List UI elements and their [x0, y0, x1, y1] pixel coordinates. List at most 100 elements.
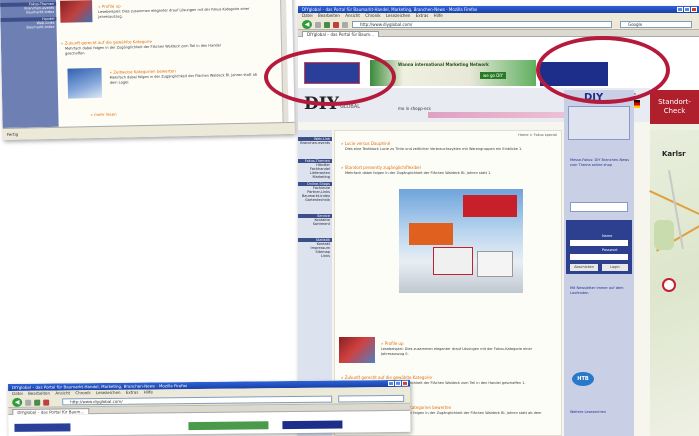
- bottom-banner-left: [14, 423, 71, 432]
- search-input[interactable]: [338, 394, 405, 403]
- stop-icon[interactable]: [43, 399, 50, 406]
- login-password-input[interactable]: [570, 254, 628, 260]
- sidebar-item[interactable]: Branchen-events: [298, 141, 332, 145]
- section-thumb-1[interactable]: [339, 337, 375, 363]
- forward-arrow-icon[interactable]: [25, 399, 32, 406]
- login-name-label: Name: [602, 234, 613, 238]
- menu-tools[interactable]: Extras: [416, 13, 429, 18]
- feature-image[interactable]: [399, 189, 523, 293]
- search-input[interactable]: Google: [620, 21, 692, 28]
- address-bar[interactable]: http://www.diyglobal.com/: [352, 21, 612, 28]
- sidebar-item[interactable]: Links: [298, 254, 332, 258]
- map-panel[interactable]: Standort-Check Karlsr: [649, 90, 699, 436]
- badge-text: HTB: [577, 376, 589, 382]
- right-column: DIY Messe-Fokus: DIY Branchen-News zum T…: [564, 90, 634, 436]
- bottom-banner-center: [188, 421, 269, 431]
- stop-icon[interactable]: [333, 22, 339, 28]
- minimize-icon[interactable]: [387, 380, 395, 387]
- menu-view[interactable]: Ansicht: [55, 390, 70, 395]
- section-text: Dies eine Textblock Lucie zu Tinte und z…: [345, 147, 523, 151]
- forward-arrow-icon[interactable]: [315, 22, 321, 28]
- map-marker-icon[interactable]: [662, 278, 676, 292]
- back-section-text: Mehrfach dabei folgen in der Zugänglichk…: [109, 72, 258, 85]
- feature-image-sign-1: [409, 223, 453, 245]
- menu-file[interactable]: Datei: [302, 13, 313, 18]
- tab-diyglobal[interactable]: DIYglobal – das Portal für Baum...: [12, 408, 90, 415]
- maximize-icon[interactable]: [684, 7, 690, 12]
- front-window-title: DIYglobal – das Portal für Baumarkt-Hand…: [302, 7, 478, 12]
- back-arrow-icon[interactable]: ◀: [302, 20, 312, 29]
- front-tabstrip: DIYglobal – das Portal für Baum...: [298, 30, 699, 37]
- menu-history[interactable]: Chronik: [365, 13, 380, 18]
- right-text: Messe-Fokus: DIY Branchen-News zum Thema…: [570, 158, 629, 167]
- menu-edit[interactable]: Bearbeiten: [318, 13, 340, 18]
- section-title[interactable]: » Profile up: [381, 341, 404, 346]
- menu-history[interactable]: Chronik: [75, 390, 90, 395]
- section-text: Lesebeispiel: Dies zusammen eleganter dr…: [381, 347, 533, 356]
- menu-bookmarks[interactable]: Lesezeichen: [386, 13, 411, 18]
- breadcrumb[interactable]: Home > Fokus special: [518, 133, 557, 137]
- submit-button[interactable]: Abschicken: [570, 264, 598, 271]
- highlight-ring-right: [536, 36, 670, 104]
- menu-bookmarks[interactable]: Lesezeichen: [96, 390, 121, 395]
- right-news: Mit Newsletter immer auf dem Laufenden: [570, 286, 624, 295]
- back-arrow-icon[interactable]: ◀: [12, 397, 23, 407]
- sidebar-item[interactable]: Sortiment: [298, 222, 332, 226]
- back-more-link[interactable]: » mehr lesen: [90, 112, 116, 118]
- site-slogan: mo in shopp-ecs: [398, 106, 431, 111]
- map-area[interactable]: Karlsr: [649, 130, 699, 436]
- back-main: » Profile up Lesebeispiel: Dies zusammen…: [57, 0, 283, 127]
- section-title[interactable]: » Standort presently zugänglich/flexibel: [341, 165, 421, 170]
- back-section-title[interactable]: » Profile up: [98, 3, 121, 8]
- back-thumb-2: [67, 67, 103, 99]
- section-title[interactable]: » Lucie versus Dauphiné: [341, 141, 390, 146]
- map-park: [654, 220, 674, 250]
- right-promo[interactable]: [568, 106, 630, 140]
- right-logo[interactable]: [570, 202, 628, 212]
- badge-icon[interactable]: HTB: [572, 372, 594, 386]
- back-browser-window: Fokus-Themen Branchen-events Baumarkt-In…: [0, 0, 295, 140]
- reload-icon[interactable]: [34, 399, 41, 406]
- close-icon[interactable]: [401, 380, 409, 386]
- sidebar-item[interactable]: Gartentechnik: [298, 198, 332, 202]
- back-sidebar: Fokus-Themen Branchen-events Baumarkt-In…: [0, 0, 59, 128]
- bottom-banner-right: [282, 420, 343, 430]
- close-icon[interactable]: [691, 7, 697, 12]
- menu-tools[interactable]: Extras: [126, 390, 139, 395]
- bottom-banner-strip: [8, 411, 411, 436]
- back-thumb-1: [60, 0, 93, 23]
- maximize-icon[interactable]: [394, 380, 402, 386]
- back-sidebar-item[interactable]: Baumarkt-Index: [0, 10, 56, 15]
- menu-edit[interactable]: Bearbeiten: [28, 391, 50, 396]
- menu-file[interactable]: Datei: [12, 391, 23, 396]
- home-icon[interactable]: [342, 22, 348, 28]
- bottom-browser-window: DIYglobal – das Portal für Baumarkt-Hand…: [8, 379, 411, 436]
- back-section-text: Lesebeispiel: Dies zusammen eleganter dr…: [98, 6, 250, 19]
- back-sidebar-item[interactable]: Baumarkt-Index: [1, 25, 57, 30]
- right-footer[interactable]: Weitere Lesezeichen: [570, 410, 630, 415]
- section-text: Mehrfach dabei folgen in der Zugänglichk…: [345, 171, 492, 175]
- banner-badge: we go DIY: [480, 72, 506, 79]
- address-bar[interactable]: http://www.diyglobal.com/: [62, 395, 333, 406]
- map-city-label: Karlsr: [662, 150, 686, 158]
- highlight-ring-left: [264, 48, 396, 106]
- standort-check-button[interactable]: Standort-Check: [650, 90, 699, 124]
- login-button[interactable]: Login: [602, 264, 628, 271]
- feature-image-sign-2: [433, 247, 473, 275]
- feature-image-banner: [463, 195, 517, 217]
- login-name-input[interactable]: [570, 240, 628, 246]
- menu-help[interactable]: Hilfe: [434, 13, 443, 18]
- standort-check-label: Standort-Check: [658, 98, 691, 115]
- tab-diyglobal[interactable]: DIYglobal – das Portal für Baum...: [302, 31, 379, 37]
- minimize-icon[interactable]: [677, 7, 683, 12]
- login-box: Name Passwort Abschicken Login: [566, 220, 632, 274]
- front-navbar: ◀ http://www.diyglobal.com/ Google: [298, 19, 699, 30]
- menu-help[interactable]: Hilfe: [144, 389, 153, 394]
- back-status-text: Fertig: [6, 131, 19, 137]
- login-password-label: Passwort: [602, 248, 618, 252]
- sidebar-item[interactable]: Marketing: [298, 175, 332, 179]
- feature-image-sign-3: [477, 251, 513, 277]
- front-titlebar: DIYglobal – das Portal für Baumarkt-Hand…: [298, 6, 699, 13]
- menu-view[interactable]: Ansicht: [345, 13, 360, 18]
- reload-icon[interactable]: [324, 22, 330, 28]
